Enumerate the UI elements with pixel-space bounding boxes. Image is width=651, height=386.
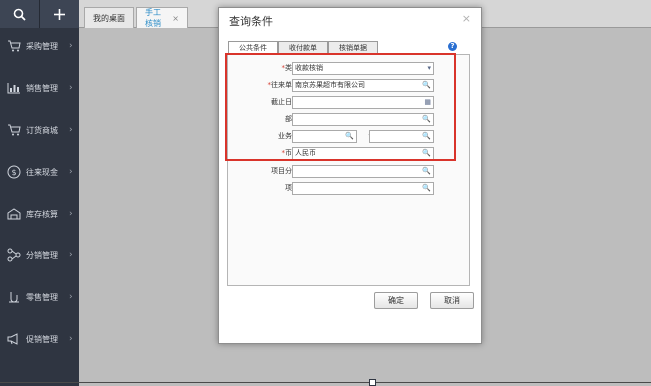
search-icon (13, 8, 26, 21)
sidebar-item-label: 零售管理 (26, 292, 58, 302)
chevron-right-icon: › (69, 292, 73, 302)
type-select[interactable]: 收款核销 ▾ (292, 62, 434, 75)
sidebar-item-cash[interactable]: $ 往来现金 › (0, 157, 79, 187)
retail-icon (4, 290, 24, 304)
sidebar-item-label: 销售管理 (26, 83, 58, 93)
row-currency: *币种 人民币 🔍 (228, 147, 471, 160)
add-button[interactable] (40, 0, 79, 28)
partner-input[interactable]: 南京苏果超市有限公司 🔍 (292, 79, 434, 92)
search-button[interactable] (0, 0, 40, 28)
tab-writeoff-docs[interactable]: 核销单据 (328, 41, 378, 54)
megaphone-icon (4, 333, 24, 345)
chevron-right-icon: › (69, 209, 73, 219)
tab-common-conditions[interactable]: 公共条件 (228, 41, 278, 54)
svg-text:$: $ (11, 168, 16, 177)
dollar-icon: $ (4, 165, 24, 179)
chevron-right-icon: › (69, 250, 73, 260)
row-deadline: 截止日期 ▦ (228, 96, 471, 109)
sidebar-item-label: 采购管理 (26, 41, 58, 51)
project-input[interactable]: 🔍 (292, 182, 434, 195)
project-category-input[interactable]: 🔍 (292, 165, 434, 178)
salesman-from-input[interactable]: 🔍 (292, 130, 357, 143)
tab-my-desktop[interactable]: 我的桌面 (84, 7, 134, 28)
chart-icon (4, 82, 24, 94)
sidebar-item-label: 订货商城 (26, 125, 58, 135)
search-icon: 🔍 (422, 184, 431, 192)
cart-icon (4, 40, 24, 52)
row-salesman: 业务员 🔍 ~ 🔍 (228, 130, 471, 143)
tab-label: 我的桌面 (93, 13, 125, 23)
sidebar-item-purchase[interactable]: 采购管理 › (0, 31, 79, 61)
tab-label: 手工核销 (145, 8, 161, 28)
currency-input[interactable]: 人民币 🔍 (292, 147, 434, 160)
sidebar-item-label: 促销管理 (26, 334, 58, 344)
search-icon: 🔍 (422, 167, 431, 175)
resize-handle[interactable] (369, 379, 376, 386)
calendar-icon: ▦ (424, 98, 431, 106)
ok-button[interactable]: 确定 (374, 292, 418, 309)
row-dept: 部门 🔍 (228, 113, 471, 126)
search-icon: 🔍 (422, 81, 431, 89)
query-dialog: 查询条件 × 公共条件 收付款单 核销单据 ? *类型 收款核销 ▾ *往来单位… (218, 7, 482, 344)
sidebar-item-ordering-mall[interactable]: 订货商城 › (0, 115, 79, 145)
chevron-right-icon: › (69, 167, 73, 177)
sidebar: 采购管理 › 销售管理 › 订货商城 › $ 往来现金 › 库存核算 › 分销管… (0, 0, 79, 386)
distribution-icon (4, 248, 24, 262)
sidebar-item-label: 库存核算 (26, 209, 58, 219)
sidebar-item-promotion[interactable]: 促销管理 › (0, 324, 79, 354)
search-icon: 🔍 (422, 132, 431, 140)
cart-icon (4, 124, 24, 136)
tab-manual-writeoff[interactable]: 手工核销 × (136, 7, 188, 28)
chevron-right-icon: › (69, 334, 73, 344)
dept-input[interactable]: 🔍 (292, 113, 434, 126)
dropdown-arrow-icon: ▾ (427, 64, 431, 72)
row-type: *类型 收款核销 ▾ (228, 62, 471, 75)
help-icon[interactable]: ? (448, 42, 457, 51)
bottom-divider (0, 382, 651, 383)
row-partner: *往来单位 南京苏果超市有限公司 🔍 (228, 79, 471, 92)
sidebar-item-retail[interactable]: 零售管理 › (0, 282, 79, 312)
sidebar-item-distribution[interactable]: 分销管理 › (0, 240, 79, 270)
chevron-right-icon: › (69, 83, 73, 93)
cancel-button[interactable]: 取消 (430, 292, 474, 309)
dialog-title: 查询条件 (229, 15, 273, 28)
close-icon[interactable]: × (172, 14, 179, 23)
close-icon[interactable]: × (462, 12, 471, 25)
row-project-category: 项目分类 🔍 (228, 165, 471, 178)
row-project: 项目 🔍 (228, 182, 471, 195)
sidebar-item-sales[interactable]: 销售管理 › (0, 73, 79, 103)
sidebar-top-toolbar (0, 0, 79, 28)
sidebar-item-inventory[interactable]: 库存核算 › (0, 199, 79, 229)
search-icon: 🔍 (422, 149, 431, 157)
warehouse-icon (4, 208, 24, 220)
conditions-panel: *类型 收款核销 ▾ *往来单位 南京苏果超市有限公司 🔍 截止日期 ▦ 部门 (227, 54, 470, 286)
deadline-date-input[interactable]: ▦ (292, 96, 434, 109)
chevron-right-icon: › (69, 41, 73, 51)
sidebar-item-label: 分销管理 (26, 250, 58, 260)
search-icon: 🔍 (345, 132, 354, 140)
salesman-to-input[interactable]: 🔍 (369, 130, 434, 143)
sidebar-item-label: 往来现金 (26, 167, 58, 177)
plus-icon (54, 8, 65, 20)
chevron-right-icon: › (69, 125, 73, 135)
tab-receipts-payments[interactable]: 收付款单 (278, 41, 328, 54)
search-icon: 🔍 (422, 115, 431, 123)
